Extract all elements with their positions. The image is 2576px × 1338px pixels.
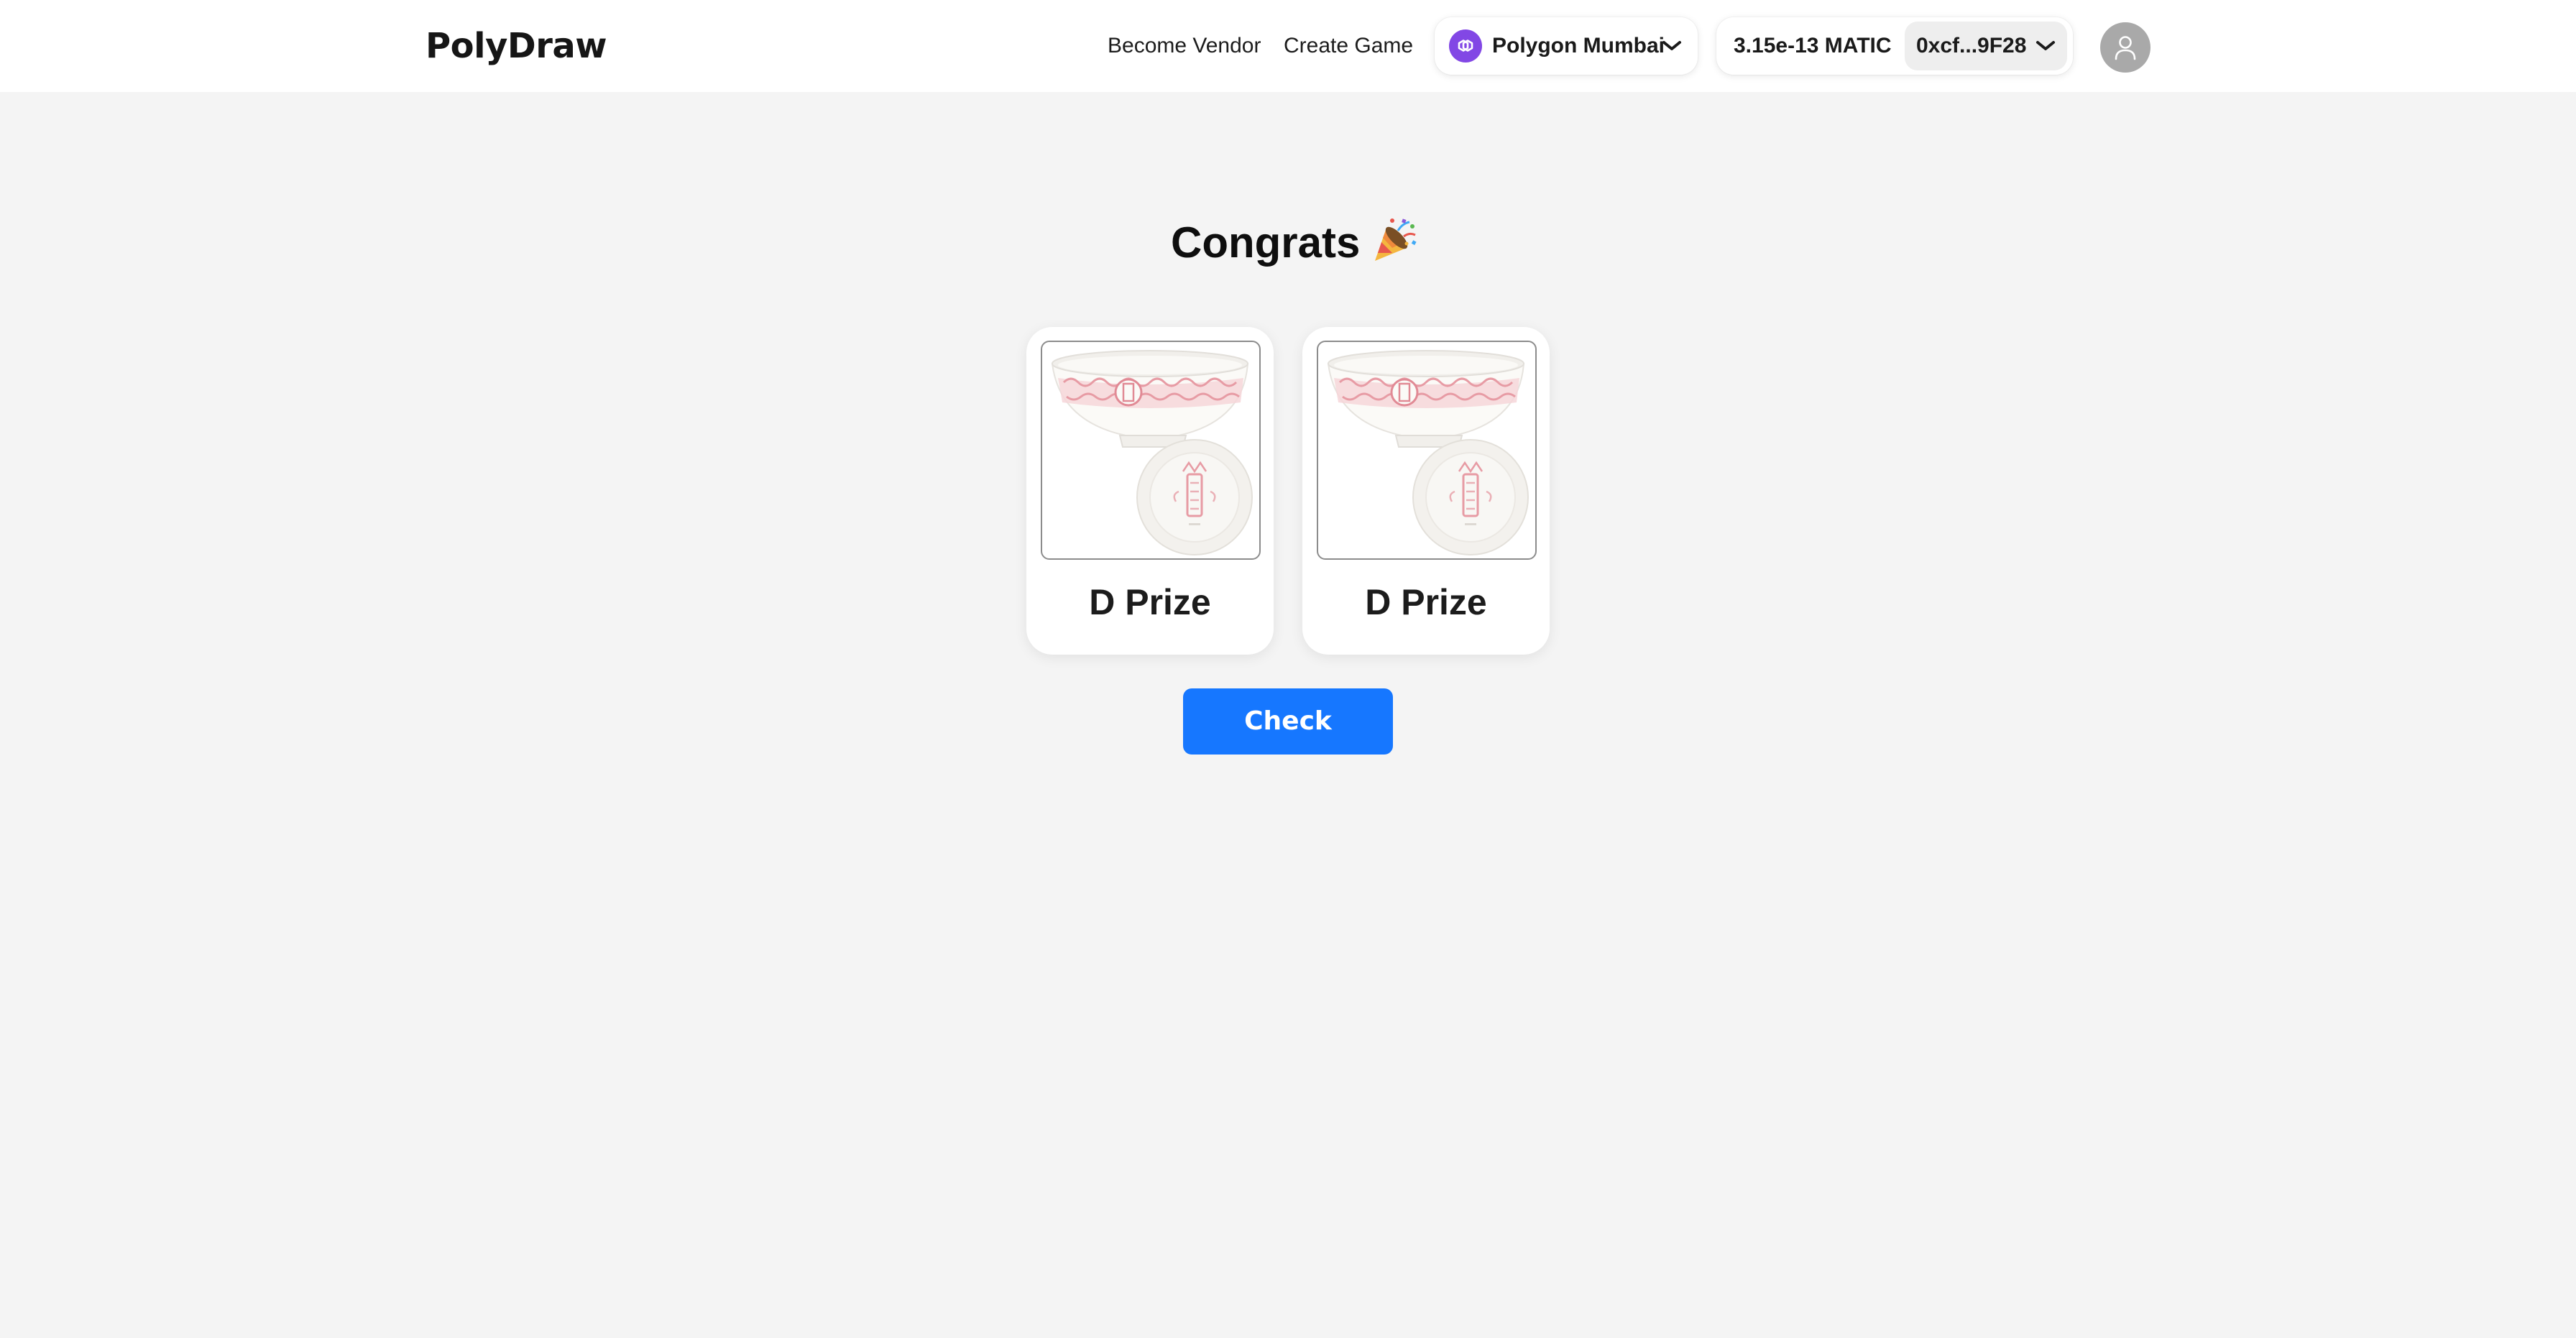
app-logo[interactable]: PolyDraw xyxy=(426,22,607,70)
prize-label: D Prize xyxy=(1089,582,1211,622)
prize-card[interactable]: D Prize xyxy=(1302,327,1550,655)
check-button[interactable]: Check xyxy=(1183,688,1393,755)
wallet-panel: 3.15e-13 MATIC 0xcf...9F28 xyxy=(1716,17,2073,75)
network-label: Polygon Mumbai xyxy=(1492,34,1665,57)
top-nav-bar: PolyDraw Become Vendor Create Game Polyg… xyxy=(0,0,2576,92)
wallet-address: 0xcf...9F28 xyxy=(1916,34,2027,57)
create-game-link[interactable]: Create Game xyxy=(1284,30,1413,62)
congrats-heading: Congrats xyxy=(1171,213,1418,273)
prize-card[interactable]: D Prize xyxy=(1026,327,1274,655)
user-avatar[interactable] xyxy=(2100,22,2150,73)
party-popper-icon xyxy=(1371,216,1418,264)
wallet-balance: 3.15e-13 MATIC xyxy=(1734,34,1892,57)
network-selector[interactable]: Polygon Mumbai xyxy=(1435,17,1698,75)
account-button[interactable]: 0xcf...9F28 xyxy=(1905,22,2067,70)
prize-image xyxy=(1041,341,1261,560)
chevron-down-icon xyxy=(1662,41,1681,50)
chevron-down-icon xyxy=(2036,41,2055,50)
page-title: Congrats xyxy=(1171,218,1361,267)
polygon-logo-icon xyxy=(1449,29,1482,63)
prize-image xyxy=(1317,341,1537,560)
prize-label: D Prize xyxy=(1365,582,1487,622)
become-vendor-link[interactable]: Become Vendor xyxy=(1108,30,1261,62)
user-icon xyxy=(2115,36,2136,60)
